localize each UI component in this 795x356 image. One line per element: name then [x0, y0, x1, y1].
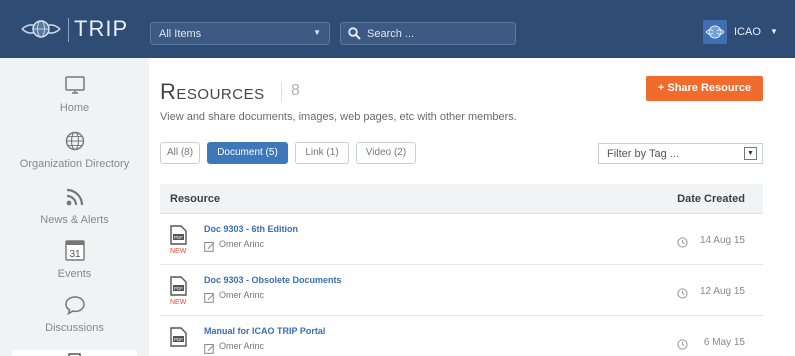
- table-row[interactable]: PDF NEW Doc 9303 - Obsolete Documents Om…: [160, 265, 763, 316]
- filter-by-tag-placeholder: Filter by Tag ...: [607, 148, 679, 160]
- org-avatar-icon: [703, 20, 727, 44]
- edit-icon: [204, 341, 215, 356]
- monitor-icon: [0, 74, 149, 99]
- title-divider: [281, 82, 282, 102]
- tab-video[interactable]: Video (2): [356, 142, 416, 164]
- user-name: ICAO: [734, 26, 761, 38]
- resource-author: Omer Arinc: [219, 290, 265, 300]
- new-badge: NEW: [170, 248, 187, 255]
- top-navigation-bar: TRIP All Items ▼ Search ... ICAO ▼: [0, 0, 795, 58]
- caret-down-icon: ▼: [770, 27, 778, 36]
- caret-down-icon: ▼: [313, 28, 321, 37]
- sidebar-item-label: News & Alerts: [40, 214, 109, 226]
- date-created: 6 May 15: [703, 337, 745, 348]
- sidebar-item-resources[interactable]: [12, 350, 137, 356]
- tab-document[interactable]: Document (5): [207, 142, 288, 164]
- edit-icon: [204, 290, 215, 308]
- clock-icon: [677, 337, 688, 355]
- sidebar-item-label: Home: [59, 102, 90, 114]
- table-row[interactable]: PDF Manual for ICAO TRIP Portal Omer Ari…: [160, 316, 763, 356]
- date-created: 14 Aug 15: [699, 235, 745, 246]
- sidebar: Home Organization Directory News & Alert…: [0, 58, 149, 356]
- resource-author: Omer Arinc: [219, 341, 265, 351]
- column-header-date-created[interactable]: Date Created: [677, 193, 745, 205]
- icao-emblem-icon[interactable]: [20, 14, 62, 44]
- sidebar-item-news-alerts[interactable]: News & Alerts: [0, 186, 149, 226]
- page-title: Resources: [160, 79, 265, 104]
- edit-icon: [204, 239, 215, 257]
- sidebar-item-label: Discussions: [45, 322, 104, 334]
- clock-icon: [677, 235, 688, 253]
- column-header-resource[interactable]: Resource: [170, 193, 220, 205]
- tab-all[interactable]: All (8): [160, 142, 200, 164]
- scope-select[interactable]: All Items ▼: [150, 22, 330, 45]
- sidebar-item-label: Events: [57, 268, 92, 280]
- calendar-icon: 31: [0, 238, 149, 265]
- caret-down-icon: ▼: [744, 147, 757, 160]
- pdf-file-icon: PDF: [170, 276, 187, 301]
- sidebar-item-events[interactable]: 31 Events: [0, 238, 149, 280]
- tab-link[interactable]: Link (1): [295, 142, 349, 164]
- table-header: Resource Date Created: [160, 184, 763, 214]
- search-icon: [348, 27, 361, 43]
- sidebar-item-discussions[interactable]: Discussions: [0, 294, 149, 334]
- resource-count: 8: [291, 82, 300, 99]
- sidebar-item-organization-directory[interactable]: Organization Directory: [0, 130, 149, 170]
- svg-text:PDF: PDF: [174, 286, 183, 291]
- page-description: View and share documents, images, web pa…: [160, 111, 517, 123]
- search-input[interactable]: Search ...: [340, 22, 516, 45]
- resource-title-link[interactable]: Manual for ICAO TRIP Portal: [204, 326, 325, 336]
- sidebar-item-home[interactable]: Home: [0, 74, 149, 114]
- pdf-file-icon: PDF: [170, 225, 187, 250]
- table-row[interactable]: PDF NEW Doc 9303 - 6th Edition Omer Arin…: [160, 214, 763, 265]
- calendar-day-number: 31: [69, 249, 81, 260]
- speech-bubble-icon: [0, 294, 149, 319]
- resource-title-link[interactable]: Doc 9303 - Obsolete Documents: [204, 275, 342, 285]
- app-logo-text[interactable]: TRIP: [74, 16, 128, 42]
- sidebar-item-label: Organization Directory: [19, 158, 130, 170]
- date-created: 12 Aug 15: [699, 286, 745, 297]
- rss-icon: [0, 186, 149, 211]
- pdf-file-icon: PDF: [170, 327, 187, 352]
- resource-author: Omer Arinc: [219, 239, 265, 249]
- filter-by-tag-select[interactable]: Filter by Tag ... ▼: [598, 143, 763, 164]
- scope-select-value: All Items: [159, 28, 202, 40]
- svg-text:PDF: PDF: [174, 337, 183, 342]
- resources-icon: [66, 350, 82, 356]
- search-placeholder: Search ...: [367, 28, 415, 40]
- resource-title-link[interactable]: Doc 9303 - 6th Edition: [204, 224, 298, 234]
- globe-icon: [0, 130, 149, 155]
- new-badge: NEW: [170, 299, 187, 306]
- share-resource-button[interactable]: + Share Resource: [646, 76, 763, 101]
- svg-text:PDF: PDF: [174, 235, 183, 240]
- logo-divider: [68, 18, 69, 42]
- main-content: Resources 8 View and share documents, im…: [149, 58, 795, 356]
- clock-icon: [677, 286, 688, 304]
